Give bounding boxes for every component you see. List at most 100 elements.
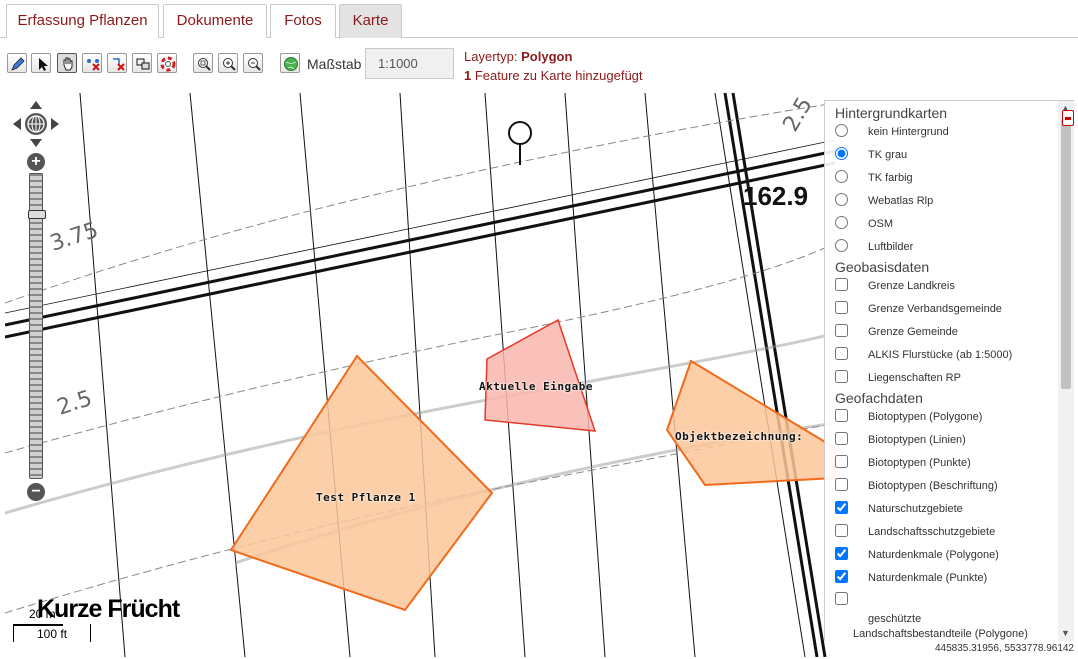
layer-label: OSM xyxy=(868,218,894,230)
feature-message: Feature zu Karte hinzugefügt xyxy=(474,68,643,83)
globe-button[interactable] xyxy=(280,53,300,73)
checkbox[interactable] xyxy=(835,592,848,605)
delete-feature-icon xyxy=(113,58,125,71)
zoom-in-control[interactable]: + xyxy=(27,153,45,171)
tab-karte[interactable]: Karte xyxy=(339,4,402,38)
delete-vertex-icon xyxy=(87,59,100,71)
zoom-handle[interactable] xyxy=(28,210,46,219)
delete-vertex-button[interactable] xyxy=(82,53,102,73)
area-label: Kurze Frücht xyxy=(37,595,180,623)
mouse-coordinates: 445835.31956, 5533778.96142 xyxy=(934,643,1074,654)
polygon-label-objekt: Objektbezeichnung: xyxy=(675,430,804,443)
layer-label: Landschaftsbestandteile (Polygone) xyxy=(853,628,1028,640)
tab-fotos[interactable]: Fotos xyxy=(270,4,336,38)
tab-erfassung-pflanzen[interactable]: Erfassung Pflanzen xyxy=(6,4,159,38)
scale-input[interactable] xyxy=(365,48,454,79)
layer-label: Luftbilder xyxy=(868,241,914,253)
checkbox[interactable] xyxy=(835,455,848,468)
transfer-icon xyxy=(136,58,150,70)
zoom-box-icon xyxy=(198,58,211,71)
zoom-out-control[interactable]: − xyxy=(27,483,45,501)
contour-label: 2.5 xyxy=(54,386,95,421)
scroll-thumb[interactable] xyxy=(1061,119,1071,389)
radio-tk-farbig[interactable] xyxy=(835,170,848,183)
globe-icon xyxy=(284,57,298,71)
zoom-in-button[interactable] xyxy=(218,53,238,73)
radio-luftbilder[interactable] xyxy=(835,239,848,252)
polygon-label-test: Test Pflanze 1 xyxy=(316,491,416,504)
zoom-slider[interactable]: + − xyxy=(27,153,46,501)
map-toolbar: Maßstab Layertyp: Polygon 1 Feature zu K… xyxy=(0,39,1078,93)
zoom-out-button[interactable] xyxy=(243,53,263,73)
height-label: 162.9 xyxy=(743,181,808,211)
pan-hand-icon xyxy=(63,57,73,71)
polygon-current-input[interactable] xyxy=(484,318,597,432)
layer-label: Biotoptypen (Linien) xyxy=(868,434,966,446)
transfer-button[interactable] xyxy=(132,53,152,73)
radio-tk-grau[interactable] xyxy=(835,147,848,160)
checkbox[interactable] xyxy=(835,370,848,383)
contour-label: 3.75 xyxy=(47,218,101,257)
layer-label: Naturdenkmale (Punkte) xyxy=(868,572,988,584)
radio-none[interactable] xyxy=(835,124,848,137)
contour-label: 2.5 xyxy=(779,93,818,136)
pan-button[interactable] xyxy=(57,53,77,73)
checkbox[interactable] xyxy=(835,324,848,337)
layer-label: kein Hintergrund xyxy=(868,126,949,138)
delete-feature-button[interactable] xyxy=(107,53,127,73)
zoom-track[interactable] xyxy=(28,173,46,479)
pan-arrows-icon xyxy=(13,101,59,147)
checkbox[interactable] xyxy=(835,301,848,314)
select-button[interactable] xyxy=(31,53,51,73)
scale-label: Maßstab xyxy=(307,56,362,72)
layer-info: Layertyp: Polygon 1 Feature zu Karte hin… xyxy=(464,47,643,85)
layer-label: Webatlas Rlp xyxy=(868,195,934,207)
tab-dokumente[interactable]: Dokumente xyxy=(163,4,267,38)
layer-label: Grenze Gemeinde xyxy=(868,326,958,338)
radio-osm[interactable] xyxy=(835,216,848,229)
polygon-label-current: Aktuelle Eingabe xyxy=(479,380,593,393)
checkbox[interactable] xyxy=(835,524,848,537)
layer-label: Liegenschaften RP xyxy=(868,372,961,384)
tab-bar: Erfassung Pflanzen Dokumente Fotos Karte xyxy=(0,0,1078,38)
scroll-down-icon[interactable]: ▼ xyxy=(1061,628,1070,638)
zoom-in-icon xyxy=(223,58,236,71)
layer-label: Naturdenkmale (Polygone) xyxy=(868,549,999,561)
layer-label: Naturschutzgebiete xyxy=(868,503,963,515)
layer-label: Biotoptypen (Polygone) xyxy=(868,411,983,423)
layer-label: Grenze Verbandsgemeinde xyxy=(868,303,1002,315)
scale-bottom-label: 100 ft xyxy=(37,627,68,641)
pan-control[interactable] xyxy=(12,100,60,148)
checkbox[interactable] xyxy=(835,570,848,583)
minimize-icon[interactable] xyxy=(1062,110,1074,126)
checkbox[interactable] xyxy=(835,547,848,560)
layer-label: Grenze Landkreis xyxy=(868,280,955,292)
layer-label: ALKIS Flurstücke (ab 1:5000) xyxy=(868,349,1013,361)
edit-pencil-icon xyxy=(11,57,25,71)
checkbox[interactable] xyxy=(835,501,848,514)
base-title: Geobasisdaten xyxy=(835,259,930,275)
lifebuoy-icon xyxy=(160,56,176,72)
checkbox[interactable] xyxy=(835,409,848,422)
checkbox[interactable] xyxy=(835,432,848,445)
select-arrow-icon xyxy=(39,58,48,71)
radio-webatlas[interactable] xyxy=(835,193,848,206)
checkbox[interactable] xyxy=(835,278,848,291)
layer-switcher: Hintergrundkarten kein Hintergrund TK gr… xyxy=(824,100,1074,641)
layer-label: Biotoptypen (Punkte) xyxy=(868,457,971,469)
layer-type-label: Layertyp: xyxy=(464,49,518,64)
background-title: Hintergrundkarten xyxy=(835,105,948,121)
checkbox[interactable] xyxy=(835,478,848,491)
layer-label: TK grau xyxy=(868,149,908,161)
checkbox[interactable] xyxy=(835,347,848,360)
layer-type-value: Polygon xyxy=(521,49,573,64)
edit-pencil-button[interactable] xyxy=(7,53,27,73)
special-title: Geofachdaten xyxy=(835,390,923,406)
zoom-box-button[interactable] xyxy=(193,53,213,73)
polygon-objekt[interactable] xyxy=(665,359,836,487)
layer-scrollbar[interactable]: ▲ ▼ xyxy=(1058,101,1074,641)
layer-label: Landschaftsschutzgebiete xyxy=(868,526,996,538)
feature-count: 1 xyxy=(464,68,472,83)
polygon-test-pflanze[interactable] xyxy=(229,354,494,612)
lifebuoy-button[interactable] xyxy=(157,53,177,73)
